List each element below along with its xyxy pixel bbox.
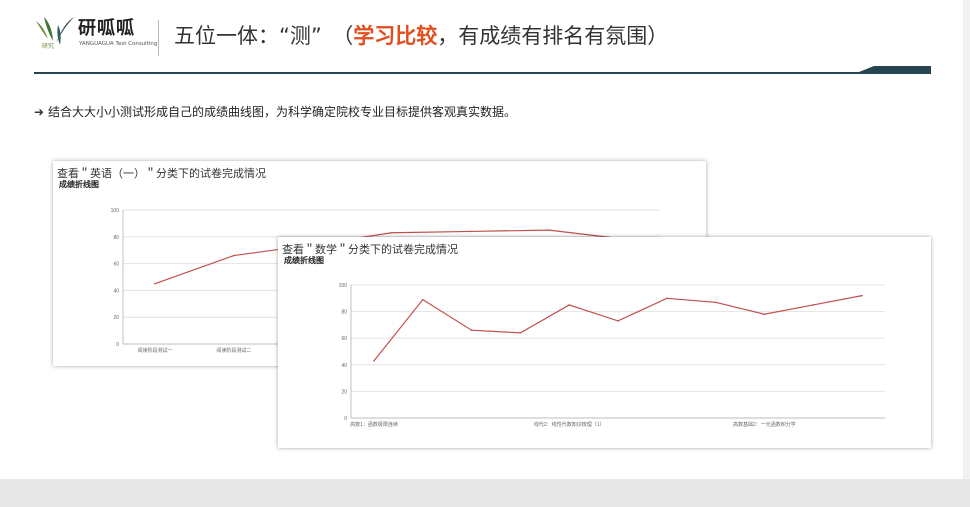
math-chart-card: 0 20 40 60 80 100 高数1：函数极限连续 线代2：线性代数知识梳理（1） 高数基… xyxy=(278,237,931,448)
data-point xyxy=(763,313,766,316)
bullet-point: ➜ 结合大大小小测试形成自己的成绩曲线图，为科学确定院校专业目标提供客观真实数据。 xyxy=(34,103,516,120)
data-point xyxy=(390,231,393,234)
scrollbar-track[interactable] xyxy=(963,0,970,479)
y-tick-label: 80 xyxy=(113,235,119,241)
header-divider xyxy=(158,20,159,56)
title-highlight: 学习比较 xyxy=(353,24,438,48)
y-tick-label: 40 xyxy=(341,363,347,369)
x-tick-label: 高数1：函数极限连续 xyxy=(350,421,398,428)
brand-logo-icon: 研究 xyxy=(36,17,74,49)
x-tick-label: 阅读阶段测试二 xyxy=(216,347,251,354)
chart-card-subtitle: 成绩折线图 xyxy=(284,256,324,265)
y-tick-label: 0 xyxy=(344,416,347,422)
brand-name: 研呱呱 xyxy=(78,18,135,39)
page-title: 五位一体：“测” （学习比较，有成绩有排名有氛围） xyxy=(174,20,668,50)
x-tick-label: 线代2：线性代数知识梳理（1） xyxy=(534,421,605,428)
y-tick-label: 20 xyxy=(341,389,347,395)
data-point xyxy=(422,298,424,301)
data-point xyxy=(812,304,814,306)
header-rule xyxy=(34,66,931,74)
data-point xyxy=(548,229,550,231)
arrow-right-icon: ➜ xyxy=(34,105,45,119)
chart-card-subtitle: 成绩折线图 xyxy=(59,180,99,189)
data-point xyxy=(666,297,668,300)
data-point xyxy=(469,230,472,233)
math-score-line-chart: 0 20 40 60 80 100 高数1：函数极限连续 线代2：线性代数知识梳理（1） 高数基… xyxy=(339,283,885,428)
data-point xyxy=(568,304,570,306)
data-point xyxy=(861,294,863,297)
data-point xyxy=(154,282,156,285)
x-tick-label: 高数基础2：一元函数积分学 xyxy=(733,421,796,428)
y-tick-label: 0 xyxy=(116,342,119,348)
bullet-text: 结合大大小小测试形成自己的成绩曲线图，为科学确定院校专业目标提供客观真实数据。 xyxy=(48,105,517,119)
data-point xyxy=(470,329,473,332)
y-tick-label: 60 xyxy=(341,336,347,342)
y-tick-label: 40 xyxy=(113,288,119,294)
title-prefix: 五位一体：“测” （ xyxy=(174,24,354,48)
y-tick-label: 20 xyxy=(113,315,119,321)
x-tick-label: 阅读阶段测试一 xyxy=(137,347,172,354)
svg-text:研究: 研究 xyxy=(42,42,54,49)
y-tick-label: 60 xyxy=(113,262,119,268)
data-point xyxy=(373,360,375,362)
data-point xyxy=(519,332,522,334)
footer-band xyxy=(0,479,970,507)
y-tick-label: 80 xyxy=(341,310,347,316)
data-point xyxy=(617,320,619,322)
y-tick-label: 100 xyxy=(339,283,348,289)
title-suffix: ，有成绩有排名有氛围） xyxy=(437,24,669,48)
series-line xyxy=(373,295,863,362)
header: 研究 研呱呱 YANGUAGUA Test Consulting 五位一体：“测… xyxy=(0,0,970,76)
data-point xyxy=(714,301,717,304)
y-tick-label: 100 xyxy=(111,208,120,214)
brand-subtitle: YANGUAGUA Test Consulting xyxy=(79,41,158,47)
data-point xyxy=(233,254,235,257)
